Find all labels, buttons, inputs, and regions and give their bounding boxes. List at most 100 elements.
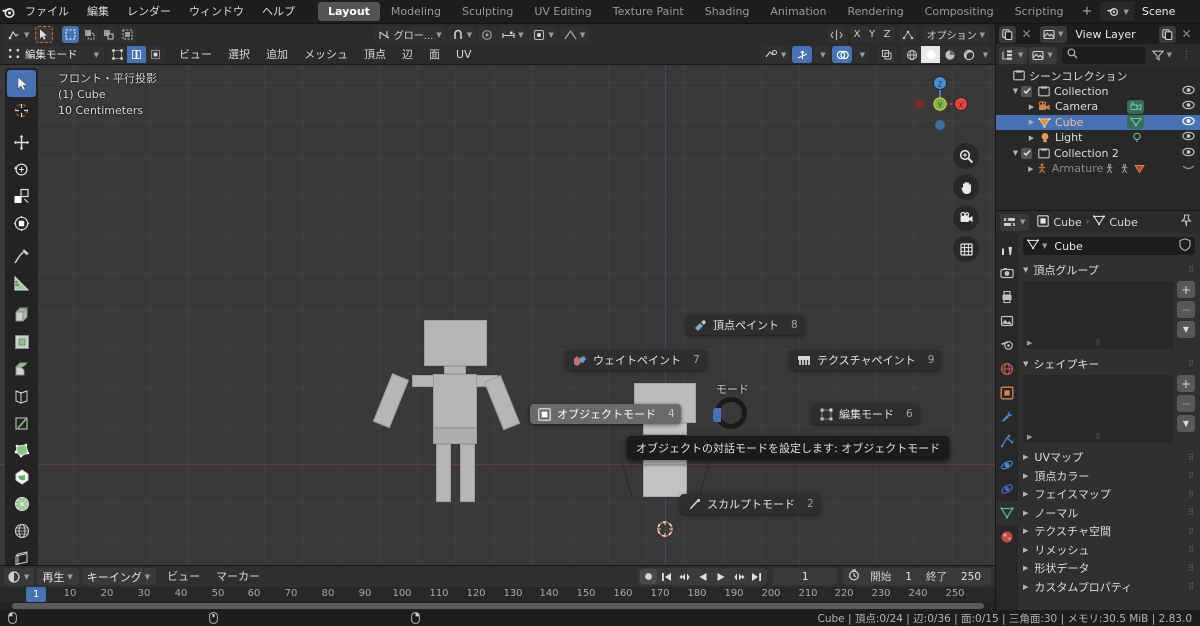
select-box-tool-icon[interactable] bbox=[35, 26, 54, 43]
tab-uv-editing[interactable]: UV Editing bbox=[524, 2, 601, 21]
armature-data-icon[interactable] bbox=[1119, 163, 1131, 174]
select-invert-icon[interactable] bbox=[119, 26, 137, 43]
menu-add[interactable]: 追加 bbox=[258, 46, 296, 63]
constraints-tab[interactable] bbox=[996, 477, 1018, 501]
falloff-curve-dropdown[interactable]: ▼ bbox=[559, 26, 590, 43]
close-icon[interactable]: ✕ bbox=[1018, 26, 1035, 43]
new-view-layer-icon[interactable] bbox=[1159, 25, 1176, 43]
overlays-icon[interactable] bbox=[831, 46, 852, 63]
tab-rendering[interactable]: Rendering bbox=[838, 2, 914, 21]
material-preview-icon[interactable] bbox=[940, 46, 959, 63]
timeline-ruler[interactable]: 1 10 20 30 40 50 60 70 80 90 100 110 120… bbox=[0, 587, 995, 602]
view-layer-tab[interactable] bbox=[996, 309, 1018, 333]
scene-tab[interactable] bbox=[996, 333, 1018, 357]
timeline-scroll-area[interactable] bbox=[0, 602, 995, 610]
proportional-falloff-dropdown[interactable]: ▼ bbox=[498, 26, 528, 43]
disclosure-triangle[interactable]: ▶ bbox=[1026, 118, 1037, 126]
tab-animation[interactable]: Animation bbox=[760, 2, 836, 21]
timeline-playhead[interactable]: 1 bbox=[26, 587, 47, 602]
remove-vertex-group-button[interactable]: − bbox=[1177, 301, 1195, 318]
visibility-eye-closed-icon[interactable] bbox=[1182, 162, 1195, 175]
armature-mesh-icon[interactable] bbox=[1134, 164, 1146, 174]
timeline-editor-icon[interactable]: ▼ bbox=[4, 568, 35, 585]
gizmo-icon[interactable] bbox=[792, 46, 813, 63]
visibility-eye-icon[interactable] bbox=[1182, 147, 1195, 160]
timeline-menu-view[interactable]: ビュー bbox=[159, 568, 208, 585]
render-tab[interactable] bbox=[996, 261, 1018, 285]
rendered-shading-icon[interactable] bbox=[959, 46, 978, 63]
mesh-symmetry-icon[interactable] bbox=[826, 26, 846, 43]
outliner-row-camera[interactable]: ▶ Camera bbox=[996, 99, 1200, 115]
tab-compositing[interactable]: Compositing bbox=[915, 2, 1004, 21]
disclosure-triangle[interactable]: ▼ bbox=[1010, 149, 1021, 157]
jump-to-end-icon[interactable] bbox=[748, 569, 765, 584]
snap-toggle[interactable]: ▼ bbox=[447, 26, 477, 43]
list-resize-grip[interactable]: ⠿ bbox=[1095, 339, 1101, 347]
pin-icon[interactable] bbox=[1180, 214, 1193, 230]
visibility-eye-icon[interactable] bbox=[1182, 116, 1195, 129]
menu-uv[interactable]: UV bbox=[448, 46, 480, 63]
panel-header-vertex-groups[interactable]: ▼ 頂点グループ ⠿ bbox=[1023, 261, 1195, 278]
close-icon[interactable]: ✕ bbox=[1178, 26, 1195, 43]
solid-shading-icon[interactable] bbox=[921, 46, 940, 63]
tab-shading[interactable]: Shading bbox=[695, 2, 760, 21]
overlays-dropdown[interactable]: ▼ bbox=[853, 46, 869, 63]
transform-orientation-dropdown[interactable]: グロー... ▼ bbox=[373, 26, 446, 43]
tab-texture-paint[interactable]: Texture Paint bbox=[603, 2, 694, 21]
blender-logo-icon[interactable] bbox=[0, 0, 16, 24]
select-set-icon[interactable] bbox=[62, 26, 80, 43]
mesh-name-field[interactable]: ▼ Cube bbox=[1023, 237, 1195, 255]
mirror-z-button[interactable]: Z bbox=[879, 26, 895, 43]
timeline-scrollbar[interactable] bbox=[12, 603, 984, 609]
select-extend-icon[interactable] bbox=[81, 26, 99, 43]
breadcrumb-data-label[interactable]: Cube bbox=[1109, 216, 1137, 229]
snap-target-dropdown[interactable]: ▼ bbox=[529, 26, 558, 43]
record-icon[interactable] bbox=[640, 569, 658, 584]
vertex-select-icon[interactable] bbox=[108, 46, 127, 63]
search-input[interactable] bbox=[1061, 46, 1146, 64]
mirror-x-button[interactable]: X bbox=[849, 26, 865, 43]
menu-vertex[interactable]: 頂点 bbox=[356, 46, 394, 63]
shape-keys-listbox[interactable]: ▶ ⠿ bbox=[1023, 375, 1174, 443]
add-vertex-group-button[interactable]: + bbox=[1177, 281, 1195, 298]
list-resize-grip[interactable]: ⠿ bbox=[1095, 433, 1101, 441]
mode-selector[interactable]: 編集モード ▼ bbox=[4, 46, 104, 63]
pie-item-weight-paint[interactable]: ウェイトペイント 7 bbox=[566, 350, 706, 370]
menu-edge[interactable]: 辺 bbox=[394, 46, 421, 63]
outliner-more-icon[interactable]: ⋮ bbox=[1178, 47, 1195, 64]
view-layer-icon[interactable]: ▼ bbox=[1040, 25, 1068, 43]
outliner-row-collection[interactable]: ▼ Collection bbox=[996, 84, 1200, 100]
panel-header-shape-keys[interactable]: ▼ シェイプキー ⠿ bbox=[1023, 355, 1195, 372]
panel-face-maps[interactable]: ▶ フェイスマップ ⠿ bbox=[1023, 485, 1195, 504]
pie-item-texture-paint[interactable]: テクスチャペイント 9 bbox=[790, 350, 941, 370]
timeline-menu-marker[interactable]: マーカー bbox=[208, 568, 268, 585]
collection-checkbox[interactable] bbox=[1021, 147, 1032, 159]
pie-item-sculpt-mode[interactable]: スカルプトモード 2 bbox=[680, 494, 820, 514]
auto-key-icon[interactable] bbox=[843, 569, 863, 584]
outliner-row-armature[interactable]: ▶ Armature bbox=[996, 161, 1200, 177]
next-keyframe-icon[interactable] bbox=[730, 569, 747, 584]
remove-shape-key-button[interactable]: − bbox=[1177, 395, 1195, 412]
modifier-tab[interactable] bbox=[996, 405, 1018, 429]
play-reverse-icon[interactable] bbox=[694, 569, 711, 584]
output-tab[interactable] bbox=[996, 285, 1018, 309]
menu-window[interactable]: ウィンドウ bbox=[180, 1, 253, 23]
outliner-row-collection-2[interactable]: ▼ Collection 2 bbox=[996, 146, 1200, 162]
panel-normals[interactable]: ▶ ノーマル ⠿ bbox=[1023, 504, 1195, 523]
menu-mesh[interactable]: メッシュ bbox=[296, 46, 356, 63]
panel-remesh[interactable]: ▶ リメッシュ ⠿ bbox=[1023, 541, 1195, 560]
options-dropdown[interactable]: オプション ▼ bbox=[922, 26, 989, 43]
object-tab[interactable] bbox=[996, 381, 1018, 405]
outliner-row-light[interactable]: ▶ Light bbox=[996, 130, 1200, 146]
jump-to-start-icon[interactable] bbox=[658, 569, 675, 584]
pie-item-edit-mode[interactable]: 編集モード 6 bbox=[812, 404, 919, 424]
material-tab[interactable] bbox=[996, 525, 1018, 549]
edge-select-icon[interactable] bbox=[127, 46, 146, 63]
scene-name-field[interactable]: Scene bbox=[1133, 2, 1200, 21]
outliner-editor-icon[interactable]: ▼ bbox=[999, 46, 1028, 64]
mesh-obj-data-icon[interactable] bbox=[1127, 115, 1144, 130]
physics-tab[interactable] bbox=[996, 453, 1018, 477]
disclosure-triangle[interactable]: ▶ bbox=[1026, 103, 1037, 111]
menu-help[interactable]: ヘルプ bbox=[253, 1, 304, 23]
outliner-row-scene-collection[interactable]: シーンコレクション bbox=[996, 68, 1200, 84]
